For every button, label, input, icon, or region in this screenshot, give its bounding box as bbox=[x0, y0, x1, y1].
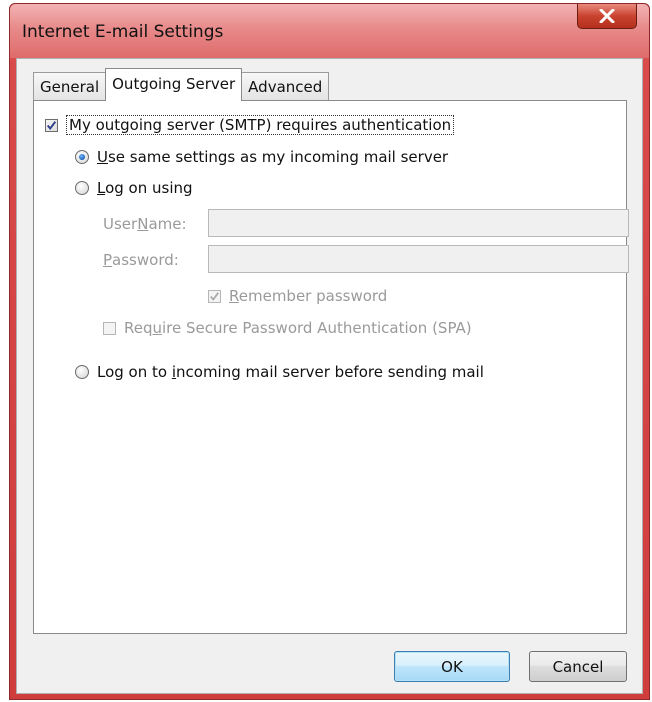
smtp-auth-label: My outgoing server (SMTP) requires authe… bbox=[66, 115, 455, 135]
log-on-incoming-radio[interactable] bbox=[75, 365, 89, 379]
spa-label: Require Secure Password Authentication (… bbox=[124, 319, 472, 337]
spa-checkbox[interactable] bbox=[103, 321, 116, 335]
cancel-button[interactable]: Cancel bbox=[529, 651, 627, 682]
checkmark-icon bbox=[210, 291, 219, 301]
password-label: Password: bbox=[103, 251, 179, 269]
log-on-using-radio[interactable] bbox=[75, 181, 89, 195]
window-title: Internet E-mail Settings bbox=[22, 22, 224, 42]
outgoing-server-panel: My outgoing server (SMTP) requires authe… bbox=[33, 100, 629, 634]
tab-strip: General Outgoing Server Advanced bbox=[33, 68, 330, 101]
use-same-settings-radio[interactable] bbox=[75, 150, 89, 164]
tab-general[interactable]: General bbox=[33, 72, 107, 101]
log-on-incoming-row: Log on to incoming mail server before se… bbox=[75, 363, 484, 381]
checkmark-icon bbox=[46, 120, 57, 130]
use-same-settings-label: Use same settings as my incoming mail se… bbox=[97, 148, 449, 166]
remember-password-row: Remember password bbox=[208, 287, 387, 305]
close-icon bbox=[599, 9, 615, 23]
remember-password-label: Remember password bbox=[229, 287, 388, 305]
user-name-field[interactable] bbox=[208, 209, 629, 237]
smtp-auth-row: My outgoing server (SMTP) requires authe… bbox=[45, 115, 455, 135]
tab-outgoing-server[interactable]: Outgoing Server bbox=[105, 68, 243, 101]
use-same-settings-row: Use same settings as my incoming mail se… bbox=[75, 148, 448, 166]
ok-button[interactable]: OK bbox=[394, 651, 510, 682]
log-on-using-row: Log on using bbox=[75, 179, 193, 197]
smtp-auth-checkbox[interactable] bbox=[45, 118, 58, 132]
password-field[interactable] bbox=[208, 245, 629, 273]
remember-password-checkbox[interactable] bbox=[208, 289, 221, 303]
dialog-client-area: General Outgoing Server Advanced My outg… bbox=[16, 58, 643, 694]
log-on-incoming-label: Log on to incoming mail server before se… bbox=[97, 363, 484, 381]
user-name-label: User Name: bbox=[103, 215, 187, 233]
close-button[interactable] bbox=[577, 4, 637, 29]
dialog-window: Internet E-mail Settings General Outgoin… bbox=[9, 3, 650, 700]
tab-advanced[interactable]: Advanced bbox=[241, 72, 330, 101]
log-on-using-label: Log on using bbox=[97, 179, 193, 197]
spa-row: Require Secure Password Authentication (… bbox=[103, 319, 472, 337]
title-bar[interactable]: Internet E-mail Settings bbox=[10, 4, 649, 58]
